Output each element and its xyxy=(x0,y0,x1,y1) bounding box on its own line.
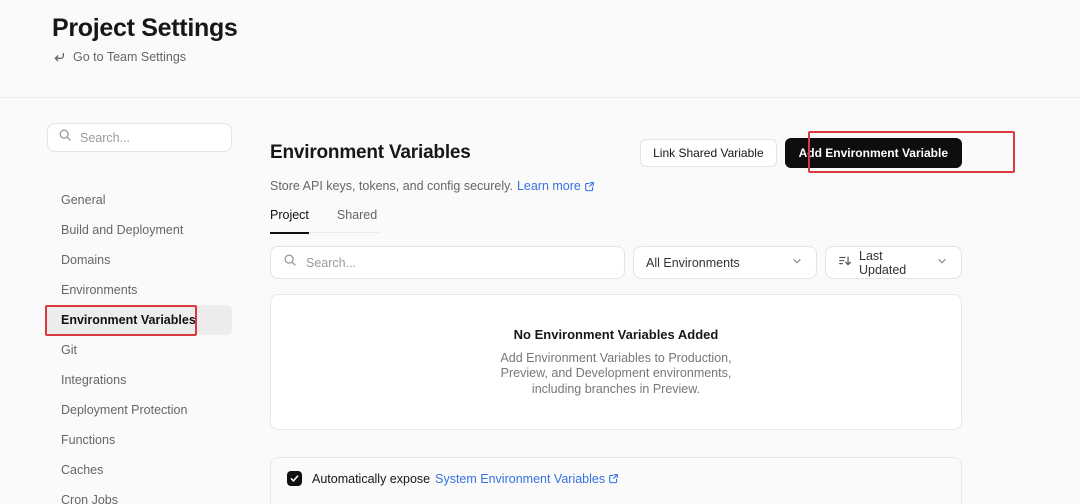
learn-more-link[interactable]: Learn more xyxy=(517,179,595,193)
scope-tabs: Project Shared xyxy=(270,208,379,233)
header-actions: Link Shared Variable Add Environment Var… xyxy=(640,138,962,168)
external-link-icon xyxy=(584,181,595,192)
link-shared-variable-button[interactable]: Link Shared Variable xyxy=(640,139,777,167)
empty-state-line-3: including branches in Preview. xyxy=(500,382,731,398)
sidebar-item-cron-jobs[interactable]: Cron Jobs xyxy=(47,485,232,504)
empty-state-line-1: Add Environment Variables to Production, xyxy=(500,351,731,367)
sort-icon xyxy=(838,254,852,271)
sidebar-item-environment-variables[interactable]: Environment Variables xyxy=(47,305,232,335)
header-divider xyxy=(0,97,1080,98)
settings-sidebar: General Build and Deployment Domains Env… xyxy=(47,123,232,504)
sidebar-item-caches[interactable]: Caches xyxy=(47,455,232,485)
search-icon xyxy=(283,253,297,272)
system-env-row: Automatically expose System Environment … xyxy=(287,471,619,486)
expose-system-env-checkbox[interactable] xyxy=(287,471,302,486)
sidebar-item-environments[interactable]: Environments xyxy=(47,275,232,305)
system-env-variables-link[interactable]: System Environment Variables xyxy=(435,472,619,486)
back-link-label: Go to Team Settings xyxy=(73,50,186,64)
main-content: Environment Variables Link Shared Variab… xyxy=(270,138,962,504)
sidebar-item-deployment-protection[interactable]: Deployment Protection xyxy=(47,395,232,425)
return-arrow-icon xyxy=(52,50,66,64)
external-link-icon xyxy=(608,473,619,484)
empty-state-card: No Environment Variables Added Add Envir… xyxy=(270,294,962,430)
learn-more-label: Learn more xyxy=(517,179,581,193)
sidebar-search-input[interactable] xyxy=(80,131,221,145)
section-title: Environment Variables xyxy=(270,142,471,164)
tab-shared[interactable]: Shared xyxy=(337,208,377,232)
variables-search-input[interactable] xyxy=(306,256,612,270)
section-title-row: Environment Variables Link Shared Variab… xyxy=(270,138,962,168)
sidebar-item-domains[interactable]: Domains xyxy=(47,245,232,275)
filter-row: All Environments Las xyxy=(270,246,962,279)
system-env-card: Automatically expose System Environment … xyxy=(270,457,962,504)
expose-system-env-label: Automatically expose xyxy=(312,472,430,486)
section-subtitle: Store API keys, tokens, and config secur… xyxy=(270,179,962,193)
project-settings-page: Project Settings Go to Team Settings xyxy=(0,0,1080,504)
chevron-down-icon xyxy=(790,254,804,271)
sidebar-item-build-and-deployment[interactable]: Build and Deployment xyxy=(47,215,232,245)
subtitle-text: Store API keys, tokens, and config secur… xyxy=(270,179,513,193)
empty-state-title: No Environment Variables Added xyxy=(514,327,719,342)
sort-value: Last Updated xyxy=(859,249,928,277)
back-to-team-settings-link[interactable]: Go to Team Settings xyxy=(52,50,238,64)
chevron-down-icon xyxy=(935,254,949,271)
page-title: Project Settings xyxy=(52,14,238,43)
add-environment-variable-button[interactable]: Add Environment Variable xyxy=(785,138,962,168)
sidebar-search[interactable] xyxy=(47,123,232,152)
search-icon xyxy=(58,128,72,147)
sidebar-nav: General Build and Deployment Domains Env… xyxy=(47,185,232,504)
sidebar-item-general[interactable]: General xyxy=(47,185,232,215)
sidebar-item-integrations[interactable]: Integrations xyxy=(47,365,232,395)
environment-filter-select[interactable]: All Environments xyxy=(633,246,817,279)
system-env-link-label: System Environment Variables xyxy=(435,472,605,486)
environment-filter-value: All Environments xyxy=(646,256,790,270)
sort-select[interactable]: Last Updated xyxy=(825,246,962,279)
empty-state-line-2: Preview, and Development environments, xyxy=(500,366,731,382)
tab-project[interactable]: Project xyxy=(270,208,309,232)
sidebar-item-git[interactable]: Git xyxy=(47,335,232,365)
variables-search[interactable] xyxy=(270,246,625,279)
sidebar-item-functions[interactable]: Functions xyxy=(47,425,232,455)
page-header: Project Settings Go to Team Settings xyxy=(52,14,238,64)
empty-state-description: Add Environment Variables to Production,… xyxy=(500,351,731,398)
